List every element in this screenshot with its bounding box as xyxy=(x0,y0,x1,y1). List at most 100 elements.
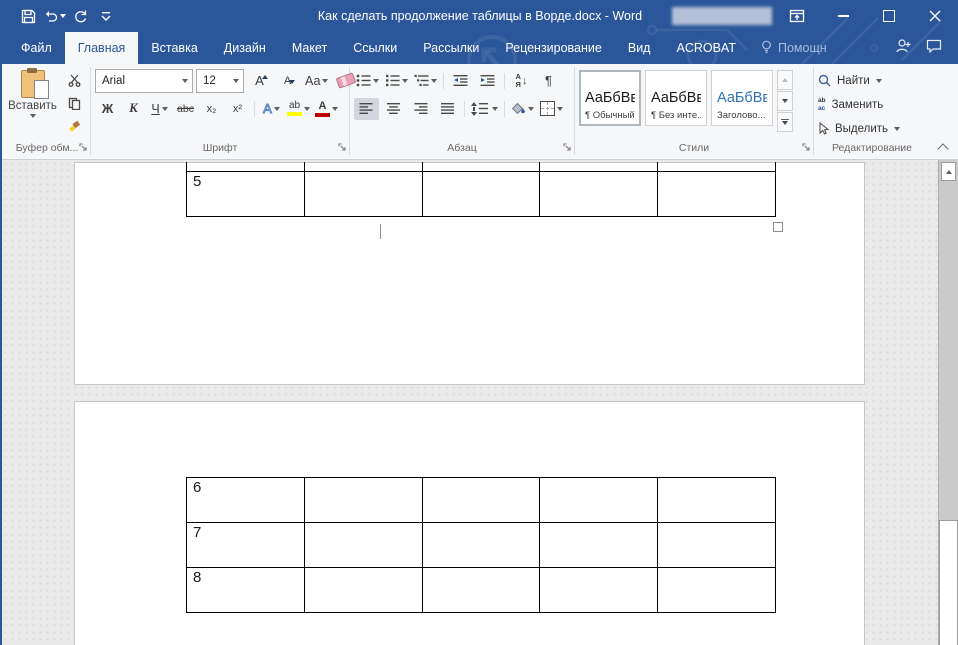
tab-insert[interactable]: Вставка xyxy=(138,32,210,64)
strikethrough-button[interactable]: abc xyxy=(173,98,198,120)
bold-button[interactable]: Ж xyxy=(95,98,120,120)
scrollbar-up-button[interactable] xyxy=(941,162,956,181)
font-color-dropdown-arrow[interactable] xyxy=(332,107,338,111)
customize-qat-button[interactable] xyxy=(94,4,118,28)
paste-button[interactable]: Вставить xyxy=(8,69,57,118)
select-button[interactable]: Выделить xyxy=(818,118,900,139)
table-cell[interactable]: 8 xyxy=(187,568,305,613)
table-cell[interactable] xyxy=(304,172,422,217)
table-cell[interactable] xyxy=(540,568,658,613)
find-button[interactable]: Найти xyxy=(818,70,900,91)
redo-button[interactable] xyxy=(68,4,92,28)
replace-button[interactable]: ab ac Заменить xyxy=(818,94,900,115)
tab-file[interactable]: Файл xyxy=(8,32,65,64)
minimize-button[interactable] xyxy=(820,0,866,32)
table-cell[interactable] xyxy=(187,162,305,172)
text-highlight-button[interactable]: ab xyxy=(285,98,312,120)
document-area[interactable]: 5 6 7 8 xyxy=(2,160,958,645)
collapse-ribbon-button[interactable] xyxy=(932,139,954,155)
show-formatting-marks-button[interactable]: ¶ xyxy=(536,70,561,92)
undo-dropdown-arrow[interactable] xyxy=(60,14,66,18)
highlight-dropdown-arrow[interactable] xyxy=(304,107,310,111)
change-case-button[interactable]: Аа xyxy=(303,70,330,92)
table-cell[interactable] xyxy=(422,172,540,217)
borders-dropdown-arrow[interactable] xyxy=(557,107,563,111)
align-center-button[interactable] xyxy=(381,98,406,120)
document-page-1[interactable]: 5 xyxy=(74,162,865,385)
table-cell[interactable] xyxy=(658,162,776,172)
grow-font-button[interactable]: А xyxy=(247,70,272,92)
table-cell[interactable] xyxy=(658,523,776,568)
font-size-dropdown-arrow[interactable] xyxy=(233,79,239,83)
cut-button[interactable] xyxy=(62,70,86,91)
underline-button[interactable]: Ч xyxy=(147,98,172,120)
paste-dropdown-arrow[interactable] xyxy=(30,114,36,118)
shading-dropdown-arrow[interactable] xyxy=(528,107,534,111)
table-cell[interactable] xyxy=(540,172,658,217)
format-painter-button[interactable] xyxy=(62,116,86,137)
tab-review[interactable]: Рецензирование xyxy=(492,32,615,64)
increase-indent-button[interactable] xyxy=(475,70,500,92)
paragraph-dialog-launcher[interactable] xyxy=(563,143,572,155)
tab-mailings[interactable]: Рассылки xyxy=(410,32,492,64)
numbering-dropdown-arrow[interactable] xyxy=(402,79,408,83)
styles-dialog-launcher[interactable] xyxy=(802,143,811,155)
multilevel-list-button[interactable] xyxy=(412,70,439,92)
tab-home[interactable]: Главная xyxy=(65,32,139,64)
table-resize-handle[interactable] xyxy=(773,222,783,232)
table-cell[interactable] xyxy=(540,523,658,568)
numbering-button[interactable] xyxy=(383,70,410,92)
italic-button[interactable]: К xyxy=(121,98,146,120)
table-cell[interactable] xyxy=(540,162,658,172)
table-cell[interactable] xyxy=(658,568,776,613)
justify-button[interactable] xyxy=(435,98,460,120)
subscript-button[interactable]: х₂ xyxy=(199,98,224,120)
styles-scroll-up-button[interactable] xyxy=(777,70,793,90)
align-right-button[interactable] xyxy=(408,98,433,120)
styles-gallery-more-button[interactable] xyxy=(777,112,793,132)
font-size-combo[interactable]: 12 xyxy=(196,69,244,93)
tab-view[interactable]: Вид xyxy=(615,32,664,64)
table-cell[interactable] xyxy=(658,478,776,523)
table-cell[interactable] xyxy=(540,478,658,523)
shrink-font-button[interactable]: А xyxy=(275,70,300,92)
font-dialog-launcher[interactable] xyxy=(338,143,347,155)
table-row[interactable]: 6 xyxy=(187,478,776,523)
document-page-2[interactable]: 6 7 8 xyxy=(74,401,865,645)
comments-icon[interactable] xyxy=(926,39,942,58)
style-card-normal[interactable]: АаБбВв ¶ Обычный xyxy=(579,70,641,126)
table-cell[interactable]: 6 xyxy=(187,478,305,523)
maximize-button[interactable] xyxy=(866,0,912,32)
undo-button[interactable] xyxy=(42,4,66,28)
table-cell[interactable] xyxy=(422,478,540,523)
shading-button[interactable] xyxy=(509,98,536,120)
save-button[interactable] xyxy=(16,4,40,28)
vertical-scrollbar[interactable] xyxy=(938,160,958,645)
select-dropdown-arrow[interactable] xyxy=(894,127,900,131)
line-spacing-button[interactable] xyxy=(469,98,500,120)
close-button[interactable] xyxy=(912,0,958,32)
table-cell[interactable] xyxy=(304,523,422,568)
tab-design[interactable]: Дизайн xyxy=(211,32,279,64)
table-cell[interactable] xyxy=(304,568,422,613)
share-contact-icon[interactable] xyxy=(895,38,912,58)
text-effects-dropdown-arrow[interactable] xyxy=(274,107,280,111)
table-row[interactable]: 5 xyxy=(187,172,776,217)
table-cell[interactable]: 7 xyxy=(187,523,305,568)
table-cell[interactable] xyxy=(422,162,540,172)
tab-layout[interactable]: Макет xyxy=(279,32,340,64)
tab-references[interactable]: Ссылки xyxy=(340,32,410,64)
bullets-dropdown-arrow[interactable] xyxy=(373,79,379,83)
table-cell[interactable] xyxy=(304,478,422,523)
multilevel-dropdown-arrow[interactable] xyxy=(431,79,437,83)
table-cell[interactable]: 5 xyxy=(187,172,305,217)
table-row[interactable]: 7 xyxy=(187,523,776,568)
borders-button[interactable] xyxy=(538,98,565,120)
table-cell[interactable] xyxy=(422,523,540,568)
style-card-no-spacing[interactable]: АаБбВв ¶ Без инте... xyxy=(645,70,707,126)
table-cell[interactable] xyxy=(658,172,776,217)
clipboard-dialog-launcher[interactable] xyxy=(79,143,88,155)
document-table-2[interactable]: 6 7 8 xyxy=(186,477,776,613)
style-card-heading[interactable]: АаБбВв Заголово... xyxy=(711,70,773,126)
table-cell[interactable] xyxy=(422,568,540,613)
